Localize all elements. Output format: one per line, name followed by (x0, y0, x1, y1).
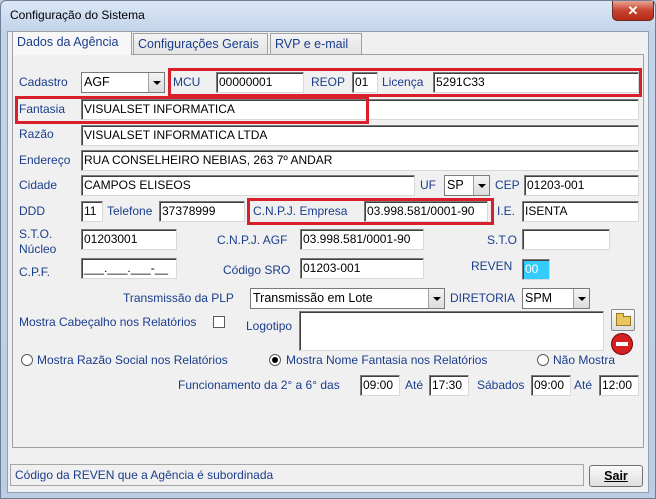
cep-label: CEP (495, 178, 520, 192)
sto-nucleo-label-2: Núcleo (19, 242, 57, 256)
sair-button[interactable]: Sair (589, 465, 643, 487)
sat-from-field[interactable]: 09:00 (531, 375, 571, 396)
cnpj-agf-label: C.N.P.J. AGF (217, 233, 288, 247)
chevron-down-icon (473, 176, 489, 195)
logotipo-label: Logotipo (246, 319, 293, 333)
weekday-to-field[interactable]: 17:30 (429, 375, 469, 396)
sat-to-field[interactable]: 12:00 (599, 375, 639, 396)
tab-dados-agencia[interactable]: Dados da Agência (12, 31, 132, 55)
radio-nome-fantasia-label: Mostra Nome Fantasia nos Relatórios (286, 353, 488, 367)
stop-delete-icon (611, 333, 633, 355)
cadastro-label: Cadastro (19, 75, 68, 89)
cadastro-value: AGF (84, 75, 110, 89)
window-title: Configuração do Sistema (10, 8, 145, 22)
transmissao-value: Transmissão em Lote (253, 291, 373, 305)
endereco-field[interactable]: RUA CONSELHEIRO NEBIAS, 263 7º ANDAR (81, 150, 639, 171)
reop-field[interactable]: 01 (352, 72, 378, 93)
tab-panel: Cadastro AGF MCU 00000001 REOP 01 Licenç… (12, 54, 644, 448)
cpf-label: C.P.F. (19, 265, 51, 279)
diretoria-select[interactable]: SPM (522, 288, 590, 309)
licenca-label: Licença (382, 75, 424, 89)
licenca-field[interactable]: 5291C33 (433, 72, 639, 93)
funcionamento-label: Funcionamento da 2° a 6° das (178, 378, 340, 392)
chevron-down-icon (428, 289, 444, 308)
mcu-field[interactable]: 00000001 (216, 72, 304, 93)
mostra-cabecalho-label: Mostra Cabeçalho nos Relatórios (19, 315, 197, 329)
sto-nucleo-label-1: S.T.O. (19, 227, 53, 241)
status-bar: Código da REVEN que a Agência é subordin… (10, 464, 584, 486)
sabados-label: Sábados (477, 378, 525, 392)
transmissao-label: Transmissão da PLP (123, 291, 234, 305)
razao-label: Razão (19, 127, 54, 141)
ie-label: I.E. (497, 204, 516, 218)
open-folder-button[interactable] (611, 309, 635, 331)
endereco-label: Endereço (19, 153, 71, 167)
cep-field[interactable]: 01203-001 (524, 175, 639, 196)
cnpj-agf-field[interactable]: 03.998.581/0001-90 (300, 229, 424, 250)
chevron-down-icon (573, 289, 589, 308)
open-folder-icon (616, 313, 631, 326)
reven-field[interactable]: 00 (522, 259, 550, 280)
cidade-field[interactable]: CAMPOS ELISEOS (81, 175, 415, 196)
fantasia-label: Fantasia (19, 102, 66, 116)
ate-label: Até (405, 378, 424, 392)
logotipo-field[interactable] (299, 311, 604, 351)
reop-label: REOP (311, 75, 346, 89)
cidade-label: Cidade (19, 178, 58, 192)
uf-value: SP (447, 178, 464, 192)
ate-label-2: Até (574, 378, 593, 392)
cnpj-empresa-field[interactable]: 03.998.581/0001-90 (364, 201, 488, 222)
radio-razao-social[interactable] (21, 354, 33, 366)
cnpj-empresa-label: C.N.P.J. Empresa (253, 204, 348, 218)
radio-nao-mostra[interactable] (537, 354, 549, 366)
codigo-sro-field[interactable]: 01203-001 (300, 258, 424, 279)
tab-configuracoes-gerais[interactable]: Configurações Gerais (133, 33, 268, 55)
sto-nucleo-field[interactable]: 01203001 (81, 229, 177, 250)
config-window: Configuração do Sistema ✕ Dados da Agênc… (0, 0, 656, 499)
ddd-field[interactable]: 11 (81, 201, 103, 222)
transmissao-select[interactable]: Transmissão em Lote (250, 288, 445, 309)
uf-label: UF (420, 178, 436, 192)
ie-field[interactable]: ISENTA (522, 201, 639, 222)
diretoria-label: DIRETORIA (450, 291, 516, 305)
mostra-cabecalho-checkbox[interactable] (213, 316, 225, 328)
telefone-label: Telefone (107, 204, 153, 218)
sto-field[interactable] (522, 229, 610, 250)
chevron-down-icon (148, 73, 164, 92)
radio-razao-social-label: Mostra Razão Social nos Relatórios (37, 353, 228, 367)
title-bar[interactable]: Configuração do Sistema ✕ (1, 1, 655, 31)
tab-rvp-email[interactable]: RVP e e-mail (270, 33, 362, 55)
telefone-field[interactable]: 37378999 (159, 201, 245, 222)
uf-select[interactable]: SP (444, 175, 490, 196)
client-area: Dados da Agência Configurações Gerais RV… (7, 31, 649, 493)
cpf-field[interactable]: ___.___.___-__ (81, 258, 177, 279)
razao-field[interactable]: VISUALSET INFORMATICA LTDA (81, 125, 639, 146)
close-button[interactable]: ✕ (612, 1, 654, 21)
reven-label: REVEN (471, 259, 513, 273)
radio-nome-fantasia[interactable] (269, 354, 281, 366)
mcu-label: MCU (173, 75, 201, 89)
cadastro-select[interactable]: AGF (81, 72, 165, 93)
fantasia-field[interactable]: VISUALSET INFORMATICA (81, 99, 639, 120)
sto-label: S.T.O (487, 233, 518, 247)
weekday-from-field[interactable]: 09:00 (360, 375, 400, 396)
sair-label: Sair (604, 469, 628, 483)
radio-nao-mostra-label: Não Mostra (553, 353, 616, 367)
ddd-label: DDD (19, 204, 45, 218)
codigo-sro-label: Código SRO (223, 263, 291, 277)
diretoria-value: SPM (525, 291, 553, 305)
